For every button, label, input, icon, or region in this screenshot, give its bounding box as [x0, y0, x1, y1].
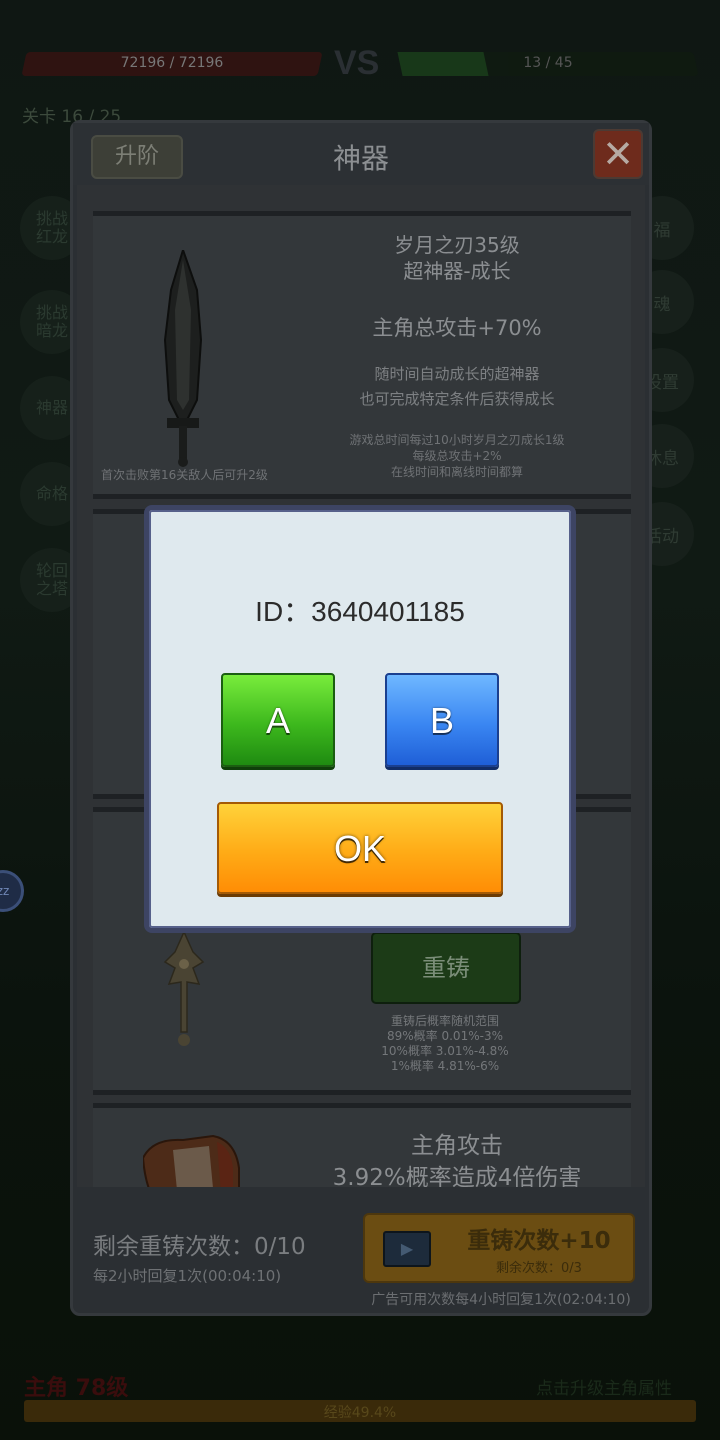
vs-label: VS — [334, 44, 380, 82]
gauntlet-icon — [143, 1134, 240, 1187]
video-play-icon: ▶ — [383, 1231, 431, 1267]
artifact-card-years-blade: 岁月之刃35级 超神器-成长 主角总攻击+70% 随时间自动成长的超神器 也可完… — [93, 211, 631, 499]
artifact-unlock-hint: 首次击败第16关敌人后可升2级 — [101, 468, 268, 482]
panel-title: 神器 — [332, 142, 389, 175]
exp-text: 经验49.4% — [323, 1405, 397, 1421]
artifact-effect: 主角攻击 3.92%概率造成4倍伤害 — [332, 1133, 582, 1187]
ad-recover-note: 广告可用次数每4小时回复1次(02:04:10) — [371, 1292, 631, 1308]
sleep-bubble-icon[interactable]: zz — [0, 870, 24, 912]
ad-remaining-count: 剩余次数：0/3 — [496, 1261, 582, 1276]
ok-button[interactable]: OK — [217, 802, 503, 894]
artifact-name: 岁月之刃35级 超神器-成长 — [394, 233, 520, 283]
watch-ad-button[interactable]: ▶ 重铸次数+10 剩余次数：0/3 — [363, 1213, 635, 1283]
panel-footer: 剩余重铸次数：0/10 每2小时回复1次(00:04:10) ▶ 重铸次数+10… — [73, 1193, 649, 1313]
ornate-sword-icon — [163, 932, 205, 1046]
artifact-attack-bonus: 主角总攻击+70% — [372, 316, 542, 340]
artifact-card-4: 主角攻击 3.92%概率造成4倍伤害 — [93, 1103, 631, 1187]
artifact-description: 随时间自动成长的超神器 也可完成特定条件后获得成长 — [359, 365, 555, 408]
reforge-button[interactable]: 重铸 — [371, 932, 521, 1004]
artifact-growth-rule: 游戏总时间每过10小时岁月之刃成长1级 每级总攻击+2% 在线时间和离线时间都算 — [349, 433, 565, 479]
enemy-hp-text: 13 / 45 — [523, 55, 573, 71]
reforge-recover-timer: 每2小时回复1次(00:04:10) — [93, 1267, 282, 1285]
reforge-odds: 重铸后概率随机范围 89%概率 0.01%-3% 10%概率 3.01%-4.8… — [381, 1014, 509, 1073]
player-hp-text: 72196 / 72196 — [120, 55, 224, 71]
a-button[interactable]: A — [221, 673, 335, 767]
panel-header: 升阶 神器 ✕ — [73, 123, 649, 185]
ad-button-label: 重铸次数+10 — [467, 1228, 611, 1254]
dark-blade-icon — [163, 250, 203, 467]
id-dialog: ID：3640401185 A B OK — [144, 505, 576, 933]
hero-upgrade-hint[interactable]: 点击升级主角属性 — [536, 1374, 672, 1399]
b-button[interactable]: B — [385, 673, 499, 767]
close-button[interactable]: ✕ — [593, 129, 643, 179]
player-id: ID：3640401185 — [255, 596, 465, 627]
remaining-reforge-count: 剩余重铸次数：0/10 — [93, 1234, 306, 1260]
hero-level-label: 主角 78级 — [24, 1376, 129, 1401]
